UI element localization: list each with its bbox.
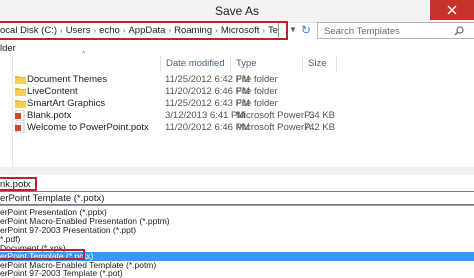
folder-icon [15,100,26,108]
file-name: LiveContent [27,86,78,97]
column-divider[interactable] [230,56,231,72]
type-option[interactable]: *.pdf) [0,235,474,244]
navigation-pane[interactable] [0,56,12,178]
folder-icon [15,88,26,96]
save-as-type-select[interactable]: erPoint Template (*.potx) [0,191,474,205]
search-input[interactable]: Search Templates [324,26,400,37]
address-highlight-box [0,21,288,40]
save-as-type-list[interactable]: erPoint Presentation (*.pptx) erPoint Ma… [0,205,474,278]
column-header-type[interactable]: Type [236,58,257,69]
column-divider[interactable] [336,56,337,72]
new-folder-button[interactable]: lder [0,43,16,54]
powerpoint-template-icon [15,122,25,133]
address-row: ocal Disk (C:) › Users › echo › AppData › Roamin… [0,21,474,44]
selected-type-highlight-box [0,249,85,260]
title-bar: Save As [0,0,474,23]
folder-icon [15,76,26,84]
file-name: Blank.potx [27,110,72,121]
file-row[interactable]: Welcome to PowerPoint.potx 11/20/2012 6:… [13,122,335,134]
horizontal-scrollbar[interactable] [0,163,474,177]
address-dropdown-icon[interactable]: ▼ [289,25,297,34]
file-row[interactable]: LiveContent 11/20/2012 6:46 PM File fold… [13,86,333,98]
file-type: File folder [236,74,278,85]
refresh-icon[interactable]: ↻ [301,23,311,37]
save-as-type-selected[interactable]: erPoint Template (*.potx) [0,193,104,204]
type-option[interactable]: erPoint 97-2003 Presentation (*.ppt) [0,226,474,235]
file-size: 742 KB [303,122,335,133]
file-row[interactable]: SmartArt Graphics 11/25/2012 6:43 PM Fil… [13,98,333,110]
file-date: 3/12/2013 6:41 PM [165,110,246,121]
file-name: SmartArt Graphics [27,98,106,109]
file-row[interactable]: Blank.potx 3/12/2013 6:41 PM Microsoft P… [13,110,335,122]
column-header-date[interactable]: Date modified [166,58,225,69]
scrollbar-track[interactable] [0,167,474,175]
file-size: 34 KB [309,110,335,121]
column-header-size[interactable]: Size [308,58,326,69]
search-icon[interactable] [454,26,464,36]
close-button[interactable] [430,0,474,20]
file-type: File folder [236,98,278,109]
file-row[interactable]: Document Themes 11/25/2012 6:42 PM File … [13,74,333,86]
file-type: File folder [236,86,278,97]
column-divider[interactable] [160,56,161,72]
file-name-field[interactable]: nk.potx [0,177,37,191]
sort-up-icon: ^ [82,51,86,58]
window-title: Save As [214,4,260,18]
column-divider[interactable] [302,56,303,72]
file-name: Welcome to PowerPoint.potx [27,122,149,133]
powerpoint-template-icon [15,110,25,121]
close-icon [447,5,457,15]
search-box[interactable]: Search Templates [317,22,474,39]
file-name: Document Themes [27,74,108,85]
file-name-value[interactable]: nk.potx [0,179,31,190]
